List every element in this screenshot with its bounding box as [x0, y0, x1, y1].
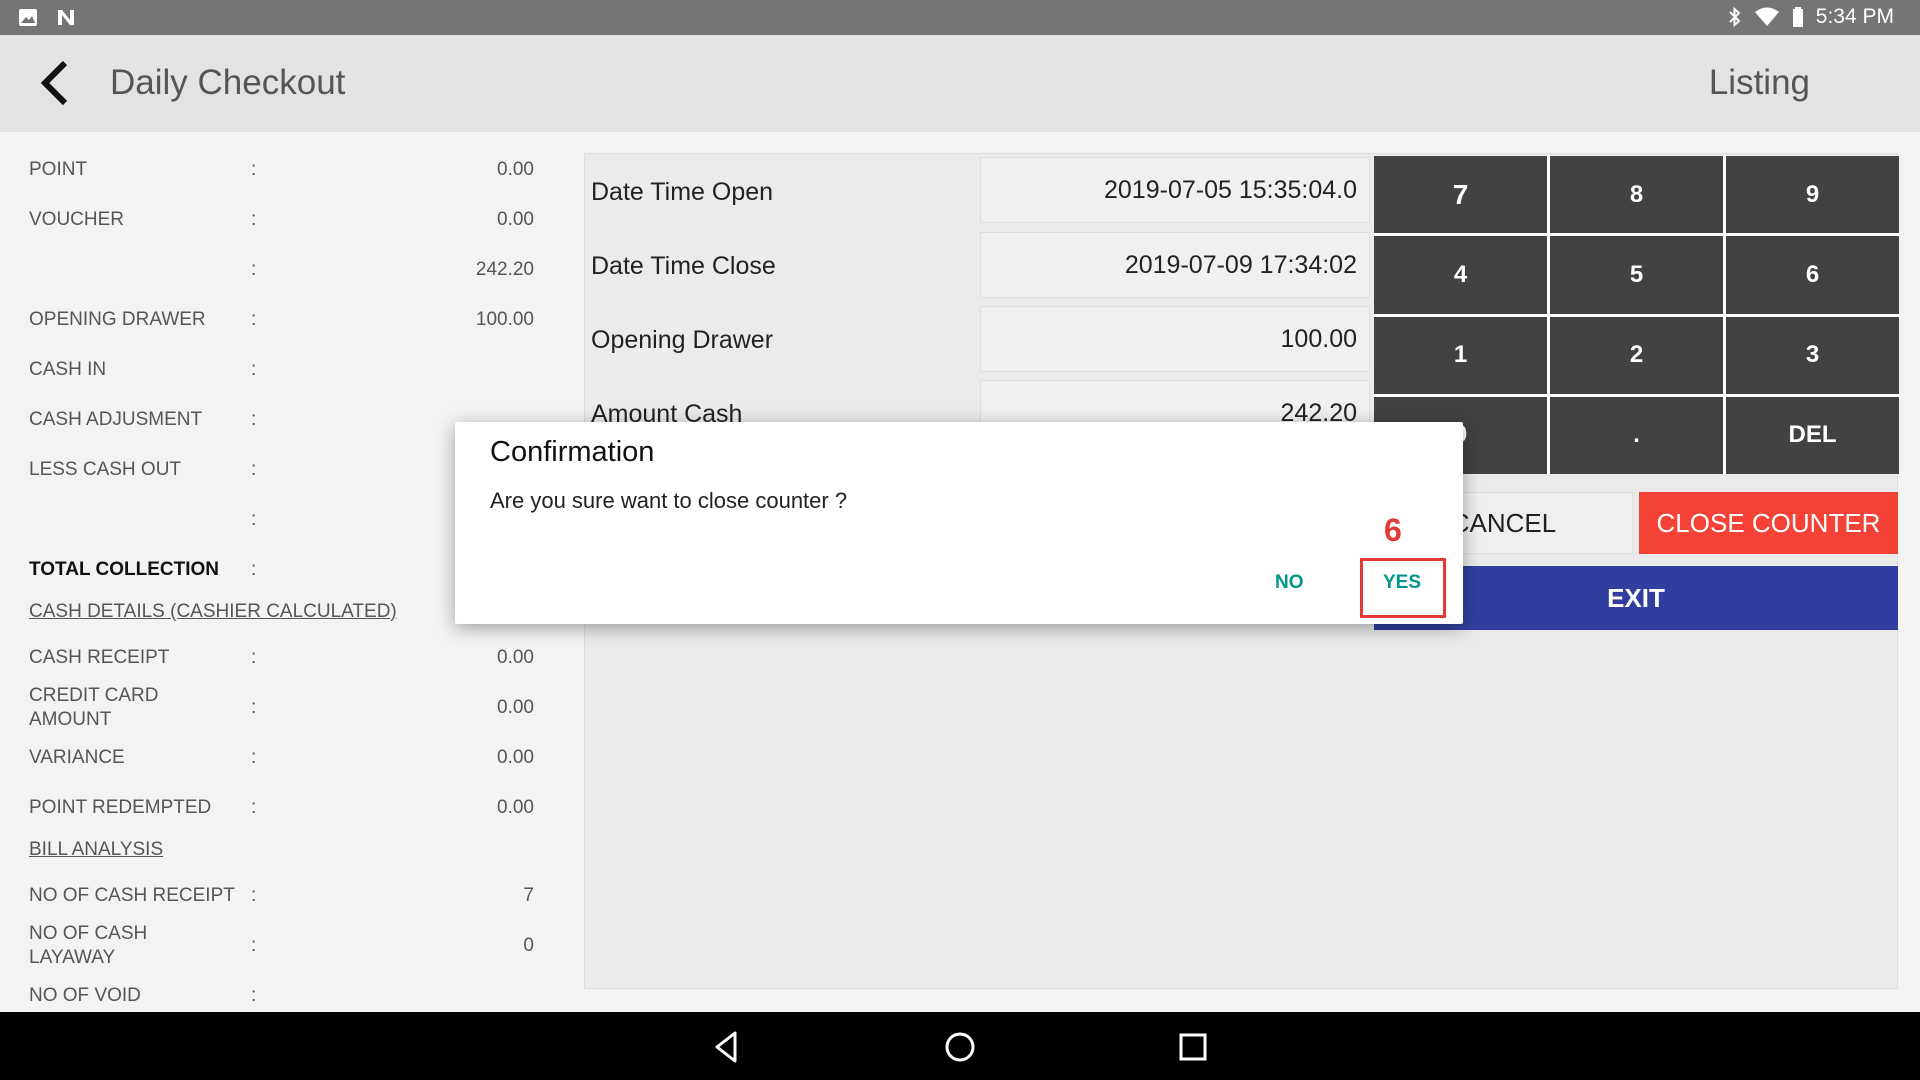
bill-analysis-heading: BILL ANALYSIS — [29, 839, 164, 860]
page-title: Daily Checkout — [110, 63, 346, 102]
dialog-message: Are you sure want to close counter ? — [490, 488, 848, 513]
row-label: CREDIT CARD AMOUNT — [29, 685, 159, 730]
row-colon: : — [251, 797, 257, 818]
row-colon: : — [251, 359, 257, 380]
row-label: POINT REDEMPTED — [29, 797, 212, 818]
row-colon: : — [251, 697, 257, 718]
key-4[interactable]: 4 — [1374, 236, 1547, 314]
row-value: 0 — [523, 935, 534, 956]
n-notification-icon — [58, 10, 74, 25]
status-bar: 5:34 PM — [0, 0, 1920, 35]
wifi-icon — [1754, 7, 1779, 26]
step-number-annotation: 6 — [1384, 512, 1402, 548]
row-label: CASH ADJUSMENT — [29, 409, 203, 430]
row-label: NO OF VOID — [29, 985, 141, 1006]
info-label-opening-drawer: Opening Drawer — [591, 326, 774, 354]
row-label: CASH RECEIPT — [29, 647, 170, 668]
info-label-date-time-close: Date Time Close — [591, 252, 776, 280]
nav-home-icon[interactable] — [942, 1029, 978, 1065]
info-label-date-time-open: Date Time Open — [591, 178, 774, 206]
row-colon: : — [251, 509, 257, 530]
dialog-no-button[interactable]: NO — [1275, 572, 1304, 594]
key-3[interactable]: 3 — [1726, 316, 1899, 394]
battery-icon — [1792, 7, 1803, 27]
key-1[interactable]: 1 — [1374, 316, 1547, 394]
confirmation-dialog: Confirmation Are you sure want to close … — [455, 422, 1463, 624]
navigation-bar — [0, 1012, 1920, 1080]
row-label: POINT — [29, 159, 88, 180]
row-label: VOUCHER — [29, 209, 125, 230]
row-value: 0.00 — [497, 797, 534, 818]
key-6[interactable]: 6 — [1726, 236, 1899, 314]
key-5[interactable]: 5 — [1550, 236, 1723, 314]
row-colon: : — [251, 647, 257, 668]
key-del[interactable]: DEL — [1726, 396, 1899, 474]
row-value: 242.20 — [475, 259, 534, 280]
yes-highlight-box — [1360, 558, 1446, 618]
row-colon: : — [251, 309, 257, 330]
row-label: NO OF CASH LAYAWAY — [29, 923, 148, 968]
row-label: NO OF CASH RECEIPT — [29, 885, 235, 906]
row-label: OPENING DRAWER — [29, 309, 206, 330]
row-colon: : — [251, 259, 257, 280]
image-notification-icon — [19, 9, 37, 26]
nav-recents-icon[interactable] — [1175, 1029, 1211, 1065]
row-colon: : — [251, 935, 257, 956]
row-colon: : — [251, 459, 257, 480]
listing-button[interactable]: Listing — [1709, 63, 1810, 103]
row-colon: : — [251, 159, 257, 180]
row-value: 0.00 — [497, 697, 534, 718]
status-time: 5:34 PM — [1815, 5, 1894, 28]
row-label: LESS CASH OUT — [29, 459, 182, 480]
row-colon: : — [251, 209, 257, 230]
info-value-date-time-open: 2019-07-05 15:35:04.0 — [980, 157, 1370, 223]
row-colon: : — [251, 559, 257, 580]
info-value-opening-drawer: 100.00 — [980, 306, 1370, 372]
key-8[interactable]: 8 — [1550, 156, 1723, 234]
back-button[interactable] — [26, 55, 82, 111]
row-colon: : — [251, 985, 257, 1006]
back-arrow-icon — [40, 60, 68, 106]
cash-details-heading: CASH DETAILS (CASHIER CALCULATED) — [29, 601, 397, 622]
app-bar: Daily Checkout Listing — [0, 35, 1920, 132]
row-colon: : — [251, 885, 257, 906]
row-value: 7 — [523, 885, 534, 906]
row-colon: : — [251, 747, 257, 768]
key-9[interactable]: 9 — [1726, 156, 1899, 234]
row-value: 0.00 — [497, 647, 534, 668]
bluetooth-icon — [1729, 7, 1741, 27]
dialog-title: Confirmation — [490, 436, 655, 468]
key-decimal[interactable]: . — [1550, 396, 1723, 474]
row-value: 0.00 — [497, 209, 534, 230]
info-value-date-time-close: 2019-07-09 17:34:02 — [980, 232, 1370, 298]
row-value: 0.00 — [497, 747, 534, 768]
close-counter-button[interactable]: CLOSE COUNTER — [1639, 492, 1898, 554]
row-value: 0.00 — [497, 159, 534, 180]
nav-back-icon[interactable] — [709, 1029, 745, 1065]
row-colon: : — [251, 409, 257, 430]
row-label: CASH IN — [29, 359, 107, 380]
row-label: VARIANCE — [29, 747, 125, 768]
key-7[interactable]: 7 — [1374, 156, 1547, 234]
row-label: TOTAL COLLECTION — [29, 559, 219, 580]
row-value: 100.00 — [475, 309, 534, 330]
key-2[interactable]: 2 — [1550, 316, 1723, 394]
